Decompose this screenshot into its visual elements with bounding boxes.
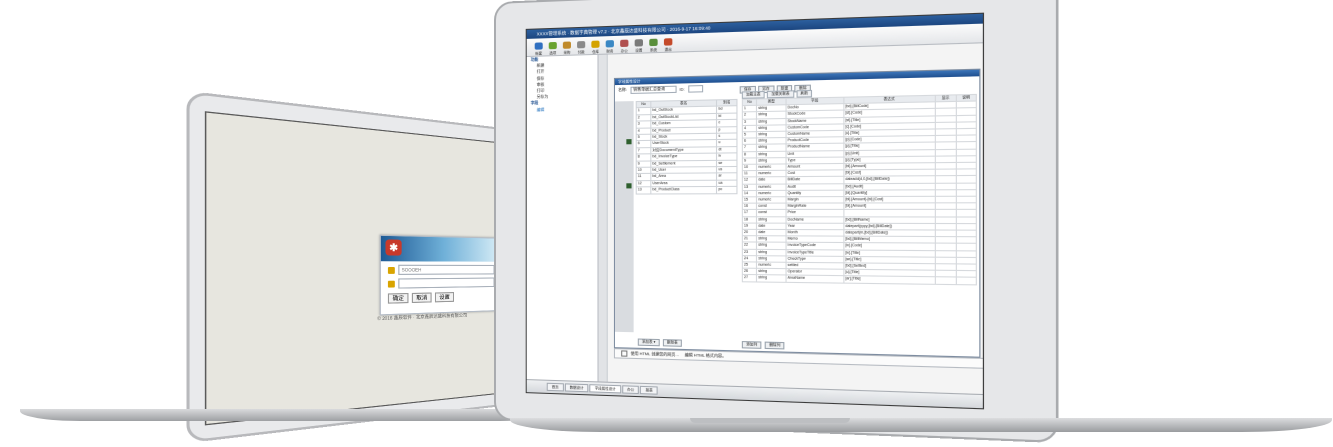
toolbar-label: 选项 — [549, 51, 557, 56]
username-row: SOOOEH — [387, 264, 495, 275]
toolbar-button[interactable]: 帐套 — [533, 39, 545, 56]
name-input[interactable]: 销售单据汇总查询 — [630, 85, 677, 94]
html-hint: 编辑 HTML 格式内容。 — [684, 353, 727, 359]
table-cell — [955, 203, 977, 210]
table-cell: [ar].[Title] — [843, 276, 936, 284]
table-cell — [935, 196, 956, 204]
add-table-button[interactable]: 添加表 ▾ — [637, 338, 660, 347]
toolbar-button[interactable]: 设置 — [633, 36, 645, 53]
toolbar-icon — [663, 38, 673, 46]
tab-field-design[interactable]: 字段属性设计 — [589, 384, 621, 394]
password-input[interactable] — [398, 277, 495, 289]
toolbar-label: 财务 — [606, 49, 614, 54]
table-cell: string — [756, 275, 786, 283]
toolbar-label: 帐套 — [535, 51, 543, 56]
bottom-tabs: 首页 数据设计 字段属性设计 办公 报表 — [526, 379, 985, 410]
toolbar-icon — [562, 41, 571, 49]
right-laptop-base — [510, 418, 1332, 432]
table-cell — [955, 277, 977, 285]
right-laptop: XXXX管理系统 · 数据字典管理 v7.2 · 北京鑫辰达盛科技有限公司 · … — [494, 0, 1059, 444]
toolbar-button[interactable]: 付款 — [575, 38, 587, 55]
table-cell: bd_ProductClass — [650, 186, 717, 194]
table-cell: pc — [716, 186, 737, 194]
fields-grid: No 类型 字段 表达式 显示 说明 1 string DocNo [bd].[BillCode… — [742, 94, 977, 285]
toolbar-label: 设置 — [635, 48, 643, 53]
right-laptop-bezel: XXXX管理系统 · 数据字典管理 v7.2 · 北京鑫辰达盛科技有限公司 · … — [494, 0, 1059, 444]
delete-table-button[interactable]: 删除表 — [662, 339, 682, 347]
toolbar-button[interactable]: 财务 — [604, 37, 616, 54]
table-cell — [955, 209, 977, 217]
app-logo-icon: ✱ — [385, 239, 402, 256]
table-cell: [bl].[Amount] — [843, 203, 936, 210]
table-cell: AreaName — [785, 275, 844, 283]
id-label: ID: — [679, 87, 685, 92]
row-gutter — [614, 101, 634, 333]
tree-item-selected[interactable]: 编辑 — [527, 106, 598, 114]
table-cell — [935, 209, 956, 217]
toolbar-label: 系统 — [649, 47, 657, 53]
toolbar-label: 仓库 — [591, 49, 599, 55]
tab-home[interactable]: 首页 — [546, 382, 564, 392]
login-dialog: ✱ SOOOEH 确定 取消 设置 — [379, 234, 502, 316]
table-cell — [955, 196, 977, 204]
toolbar-button[interactable]: 选项 — [547, 39, 559, 56]
login-buttons: 确定 取消 设置 — [387, 291, 495, 304]
toolbar-icon — [605, 40, 614, 48]
toolbar-icon — [577, 41, 586, 49]
table-cell: datepart(yyyy,[bd].[BillDate]) — [843, 223, 936, 231]
tab-report[interactable]: 报表 — [640, 385, 658, 395]
table-cell — [935, 277, 956, 285]
table-cell: 27 — [742, 274, 757, 282]
toolbar-icon — [591, 40, 600, 48]
navigation-tree: 功能 新建 打开 保存 审核 打印 另存为 字段 编辑 — [526, 54, 599, 383]
username-input[interactable]: SOOOEH — [398, 264, 495, 275]
toolbar-icon — [548, 41, 557, 50]
delete-field-button[interactable]: 删除列 — [764, 341, 785, 350]
toolbar-label: 退出 — [664, 47, 672, 52]
tab-office[interactable]: 办公 — [621, 385, 640, 395]
row-marker — [626, 139, 632, 145]
id-input[interactable] — [687, 85, 703, 93]
toolbar-button[interactable]: 系统 — [647, 35, 660, 52]
toolbar-button[interactable]: 仓库 — [589, 37, 601, 54]
table-cell — [935, 203, 956, 210]
toolbar-label: 付款 — [577, 50, 585, 55]
key-icon — [387, 280, 395, 288]
right-grid-buttons: 添加列 删除列 — [741, 341, 785, 350]
toolbar-label: 办公 — [620, 48, 628, 54]
tables-grid: No 表名 别名 1 bd_OutStock bd 2 bd_OutStockList bl 3… — [636, 99, 738, 194]
tree-scrollbar[interactable] — [598, 54, 608, 383]
password-row — [387, 277, 495, 289]
toolbar-button[interactable]: 办公 — [618, 36, 630, 53]
toolbar-icon — [534, 42, 543, 50]
toolbar-icon — [620, 39, 629, 48]
settings-button[interactable]: 设置 — [434, 292, 455, 303]
row-marker — [626, 183, 632, 189]
left-grid-buttons: 添加表 ▾ 删除表 — [637, 338, 682, 347]
login-button[interactable]: 确定 — [387, 292, 409, 304]
table-row[interactable]: 27 string AreaName [ar].[Title] — [742, 274, 977, 285]
toolbar-button[interactable]: 退出 — [662, 35, 675, 52]
toolbar-label: 采购 — [563, 50, 571, 55]
cancel-button[interactable]: 取消 — [411, 292, 432, 304]
login-banner: ✱ — [380, 235, 501, 262]
laptop-hinge — [690, 418, 850, 423]
field-design-panel: 字段属性设计 名称: 销售单据汇总查询 ID: 保存 另存 新建 删除 加载主表… — [613, 68, 981, 358]
table-cell: 13 — [636, 187, 651, 194]
left-laptop-base — [20, 409, 560, 421]
user-icon — [387, 266, 395, 274]
toolbar-icon — [634, 39, 643, 47]
name-label: 名称: — [618, 87, 628, 93]
add-field-button[interactable]: 添加列 — [741, 341, 762, 349]
tab-data-design[interactable]: 数据设计 — [564, 383, 589, 393]
table-row[interactable]: 13 bd_ProductClass pc — [636, 186, 737, 194]
toolbar-icon — [649, 38, 658, 47]
app-window: XXXX管理系统 · 数据字典管理 v7.2 · 北京鑫辰达盛科技有限公司 · … — [525, 12, 985, 410]
toolbar-button[interactable]: 采购 — [561, 38, 573, 55]
html-checkbox[interactable] — [621, 350, 628, 357]
html-check-label: 使用 HTML 创建您的网页… — [630, 351, 680, 358]
